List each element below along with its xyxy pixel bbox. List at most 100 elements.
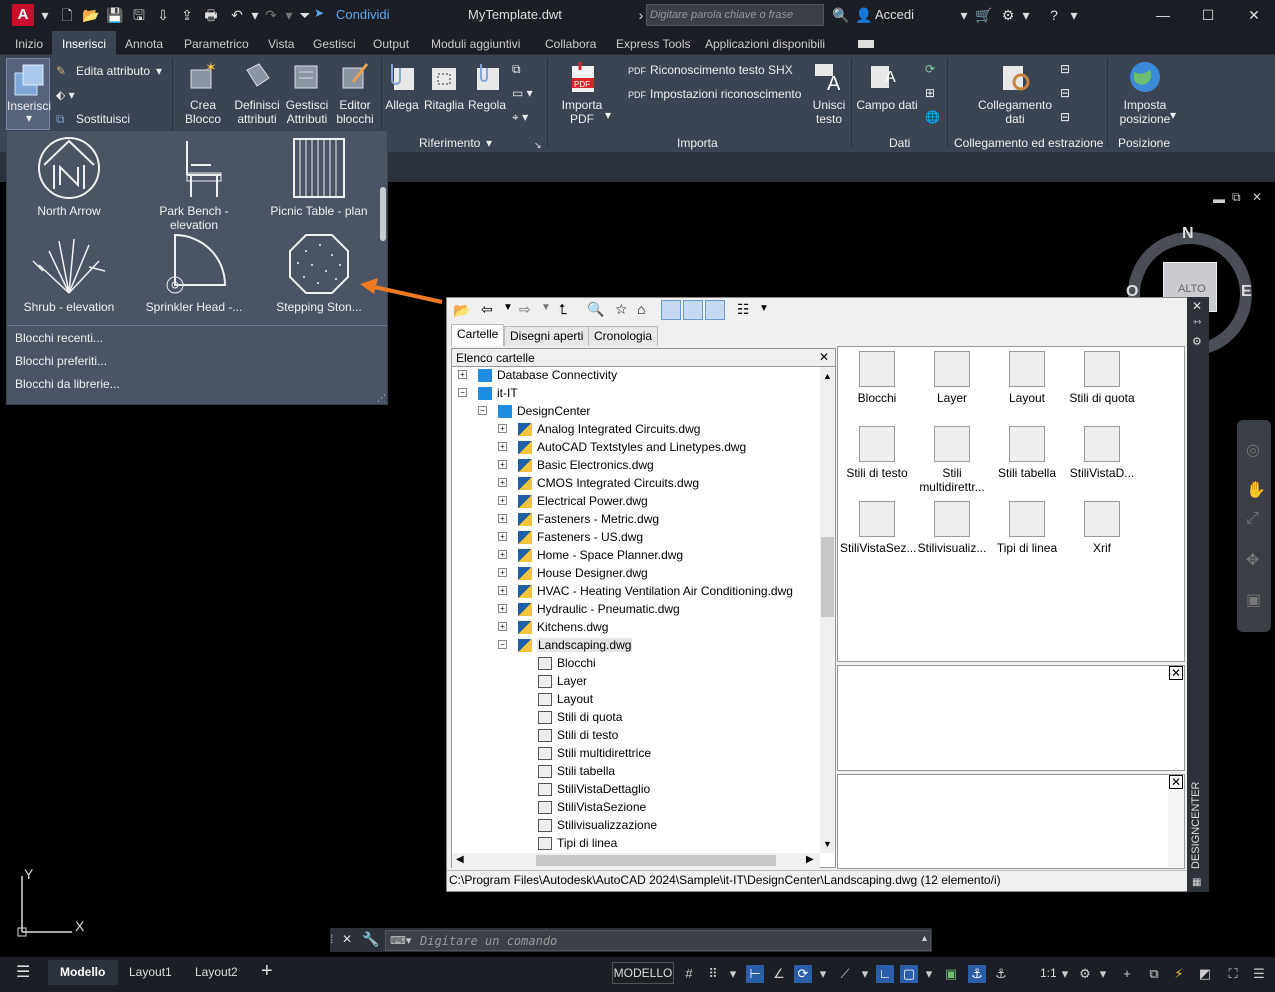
- binoculars-icon[interactable]: 🔍: [832, 6, 850, 24]
- customize-qat-icon[interactable]: ⏷: [296, 6, 314, 24]
- auto-scale-icon[interactable]: ⚓: [992, 965, 1010, 983]
- adjust-button[interactable]: Regola: [466, 60, 508, 120]
- tab-applicazioni-disponibili[interactable]: Applicazioni disponibili: [705, 37, 825, 51]
- dc-properties-icon[interactable]: ⚙: [1192, 335, 1202, 348]
- tab-parametrico[interactable]: Parametrico: [184, 37, 249, 51]
- tab-inserisci[interactable]: Inserisci: [62, 37, 106, 51]
- tree-hscrollbar[interactable]: ◀ ▶: [452, 853, 820, 868]
- content-item[interactable]: Xrif: [1065, 501, 1139, 555]
- tab-cartelle[interactable]: Cartelle: [451, 324, 505, 346]
- ortho-icon[interactable]: ⊢: [746, 965, 764, 983]
- dc-grip-icon[interactable]: ▦: [1192, 877, 1201, 888]
- up-folder-icon[interactable]: ⮤: [559, 301, 567, 318]
- app-menu-chevron-icon[interactable]: ▾: [36, 6, 54, 24]
- insert-block-button[interactable]: Inserisci ▾: [6, 58, 51, 130]
- chevron-down-icon[interactable]: ▾: [605, 108, 611, 122]
- close-description-icon[interactable]: ✕: [1169, 775, 1183, 789]
- web-save-icon[interactable]: ⇪: [178, 6, 196, 24]
- import-pdf-button[interactable]: PDF Importa PDF: [553, 60, 611, 130]
- replace-button[interactable]: Sostituisci: [76, 112, 130, 126]
- home-icon[interactable]: ⌂: [637, 301, 645, 317]
- plot-icon[interactable]: 🖶: [202, 6, 220, 24]
- osnap-tracking-icon[interactable]: ∟: [876, 965, 894, 983]
- steering-wheel-icon[interactable]: ◎: [1246, 440, 1260, 460]
- underlay-layers-icon[interactable]: ⧉: [512, 62, 521, 76]
- gear-icon[interactable]: ⚙: [1076, 965, 1094, 983]
- content-item[interactable]: Layout: [990, 351, 1064, 405]
- expand-toggle-icon[interactable]: +: [498, 496, 507, 505]
- scroll-thumb[interactable]: [821, 537, 834, 617]
- gallery-item-sprinkler-head[interactable]: Sprinkler Head -...: [134, 231, 254, 314]
- expand-toggle-icon[interactable]: +: [498, 586, 507, 595]
- content-item[interactable]: Stilivisualiz...: [915, 501, 989, 555]
- gallery-item-north-arrow[interactable]: North Arrow: [9, 135, 129, 218]
- expand-toggle-icon[interactable]: −: [498, 640, 507, 649]
- merge-text-button[interactable]: A Unisci testo: [808, 60, 850, 130]
- chevron-down-icon[interactable]: ▾: [920, 965, 938, 983]
- link-data-button[interactable]: Collegamento dati: [975, 60, 1055, 130]
- favorites-icon[interactable]: ☆: [615, 301, 628, 318]
- signin-dropdown-icon[interactable]: ▾: [955, 6, 973, 24]
- content-item[interactable]: Tipi di linea: [990, 501, 1064, 555]
- tab-annota[interactable]: Annota: [125, 37, 163, 51]
- user-icon[interactable]: 👤: [855, 6, 873, 24]
- ribbon-minimize-icon[interactable]: [858, 40, 874, 48]
- tab-layout1[interactable]: Layout1: [129, 965, 172, 979]
- expand-toggle-icon[interactable]: +: [498, 424, 507, 433]
- zoom-extents-icon[interactable]: ⤢: [1246, 510, 1259, 528]
- tab-output[interactable]: Output: [373, 37, 409, 51]
- new-file-icon[interactable]: 🗋: [58, 6, 76, 24]
- chevron-down-icon[interactable]: ▾: [1094, 965, 1112, 983]
- scroll-left-icon[interactable]: ◀: [456, 854, 464, 865]
- back-icon[interactable]: ⇦: [481, 301, 493, 318]
- dc-close-icon[interactable]: ✕: [1192, 299, 1202, 313]
- gallery-scrollbar[interactable]: [380, 187, 386, 241]
- expand-toggle-icon[interactable]: +: [458, 370, 467, 379]
- content-item[interactable]: Stili tabella: [990, 426, 1064, 480]
- create-block-button[interactable]: ✶ Crea Blocco: [180, 60, 226, 130]
- chevron-down-icon[interactable]: ▾: [724, 965, 742, 983]
- command-history-up-icon[interactable]: ▲: [920, 933, 929, 943]
- customize-wrench-icon[interactable]: 🔧: [362, 931, 379, 948]
- save-as-icon[interactable]: 🖫: [130, 6, 148, 24]
- expand-toggle-icon[interactable]: +: [498, 532, 507, 541]
- annotation-scale[interactable]: 1:1: [1040, 966, 1057, 980]
- dialog-launcher-icon[interactable]: ↘: [534, 138, 542, 152]
- clean-screen-icon[interactable]: ◩: [1196, 965, 1214, 983]
- description-toggle-icon[interactable]: [705, 300, 725, 320]
- define-attributes-button[interactable]: Definisci attributi: [232, 60, 282, 130]
- reference-panel-title[interactable]: Riferimento: [419, 136, 480, 150]
- tab-disegni-aperti[interactable]: Disegni aperti: [504, 326, 590, 346]
- close-icon[interactable]: ✕: [1245, 6, 1263, 24]
- expand-toggle-icon[interactable]: +: [498, 460, 507, 469]
- update-fields-icon[interactable]: ⟳: [925, 62, 935, 76]
- recent-blocks-link[interactable]: Blocchi recenti...: [15, 331, 103, 345]
- attribute-display-icon[interactable]: ⬖ ▾: [56, 88, 75, 102]
- search-input[interactable]: Digitare parola chiave o frase: [646, 4, 824, 26]
- showmotion-icon[interactable]: ▣: [1246, 590, 1261, 610]
- scroll-down-icon[interactable]: ▼: [823, 839, 832, 849]
- cart-icon[interactable]: 🛒: [975, 6, 993, 24]
- viewport-close-icon[interactable]: ✕: [1252, 190, 1262, 204]
- tab-layout2[interactable]: Layout2: [195, 965, 238, 979]
- gallery-item-picnic-table[interactable]: Picnic Table - plan: [259, 135, 379, 218]
- undo-icon[interactable]: ↶: [228, 6, 246, 24]
- isodraft-icon[interactable]: ⟳: [794, 965, 812, 983]
- expand-toggle-icon[interactable]: +: [498, 478, 507, 487]
- content-item[interactable]: Stili di quota: [1065, 351, 1139, 405]
- scroll-right-icon[interactable]: ▶: [806, 854, 814, 865]
- block-editor-button[interactable]: Editor blocchi: [333, 60, 377, 130]
- favorite-blocks-link[interactable]: Blocchi preferiti...: [15, 354, 107, 368]
- forward-icon[interactable]: ⇨: [519, 301, 531, 318]
- tab-inizio[interactable]: Inizio: [15, 37, 43, 51]
- help-icon[interactable]: ?: [1045, 6, 1063, 24]
- annotation-visibility-icon[interactable]: ⚓: [968, 965, 986, 983]
- chevron-down-icon[interactable]: ▾: [856, 965, 874, 983]
- polar-icon[interactable]: ∠: [770, 965, 788, 983]
- tab-gestisci[interactable]: Gestisci: [313, 37, 356, 51]
- clip-button[interactable]: Ritaglia: [422, 60, 466, 120]
- scroll-up-icon[interactable]: ▲: [823, 371, 832, 381]
- preview-toggle-icon[interactable]: [683, 300, 703, 320]
- tab-collabora[interactable]: Collabora: [545, 37, 596, 51]
- command-grip-icon[interactable]: ⁞: [330, 932, 333, 946]
